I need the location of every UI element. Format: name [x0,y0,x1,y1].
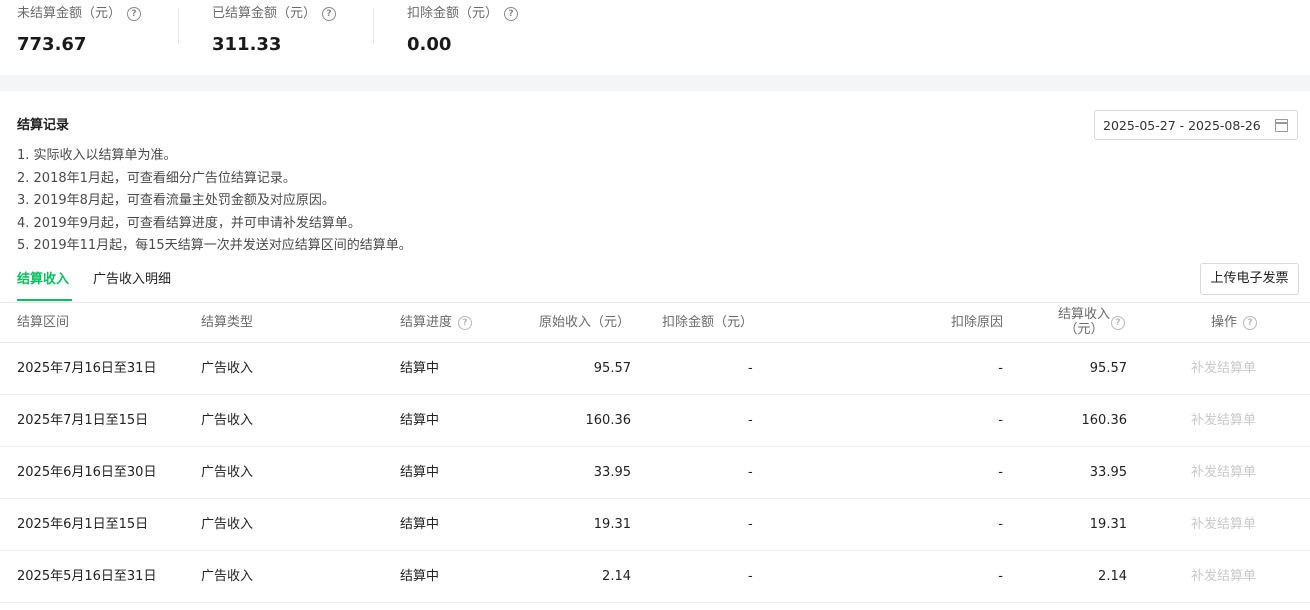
header-deduct-amount: 扣除金额（元） [662,315,754,330]
cell-settle-income: 33.95 [1089,465,1127,480]
cell-original-income: 19.31 [593,517,631,532]
settled-value: 311.33 [212,34,282,55]
table-header: 结算区间 结算类型 结算进度? 原始收入（元） 扣除金额（元） 扣除原因 结算收… [0,302,1310,343]
note-item: 1. 实际收入以结算单为准。 [17,148,177,163]
settled-label: 已结算金额（元） [212,6,317,21]
summary-bar: 未结算金额（元）? 773.67 已结算金额（元）? 311.33 扣除金额（元… [0,0,1310,75]
help-icon[interactable]: ? [1243,316,1258,330]
reissue-statement-button[interactable]: 补发结算单 [1191,551,1256,602]
cell-deduct-amount: - [748,413,753,428]
cell-period: 2025年5月16日至31日 [17,569,157,584]
cell-deduct-reason: - [998,517,1003,532]
cell-progress: 结算中 [400,413,440,428]
unsettled-stat: 未结算金额（元）? 773.67 [17,6,142,55]
header-deduct-reason: 扣除原因 [950,315,1003,330]
notes-list: 1. 实际收入以结算单为准。 2. 2018年1月起，可查看细分广告位结算记录。… [17,145,412,258]
cell-original-income: 2.14 [602,569,631,584]
cell-period: 2025年7月16日至31日 [17,361,157,376]
cell-progress: 结算中 [400,361,440,376]
cell-deduct-reason: - [998,465,1003,480]
reissue-statement-button[interactable]: 补发结算单 [1191,499,1256,550]
cell-settle-income: 2.14 [1098,569,1127,584]
cell-deduct-amount: - [748,465,753,480]
upload-invoice-button[interactable]: 上传电子发票 [1200,263,1299,295]
cell-progress: 结算中 [400,569,440,584]
tab-settlement-income[interactable]: 结算收入 [17,268,69,287]
header-original-income: 原始收入（元） [539,315,631,330]
header-action: 操作 [1211,315,1238,330]
header-type: 结算类型 [201,315,254,330]
cell-period: 2025年6月1日至15日 [17,517,149,532]
cell-type: 广告收入 [201,413,254,428]
deducted-value: 0.00 [407,34,452,55]
header-period: 结算区间 [17,315,70,330]
cell-deduct-reason: - [998,569,1003,584]
table-row: 2025年7月16日至31日 广告收入 结算中 95.57 - - 95.57 … [0,343,1310,395]
table-row: 2025年6月16日至30日 广告收入 结算中 33.95 - - 33.95 … [0,447,1310,499]
table-row: 2025年7月1日至15日 广告收入 结算中 160.36 - - 160.36… [0,395,1310,447]
cell-progress: 结算中 [400,517,440,532]
cell-deduct-reason: - [998,413,1003,428]
settlement-records-panel: 结算记录 2025-05-27 - 2025-08-26 1. 实际收入以结算单… [0,91,1310,610]
section-title: 结算记录 [17,118,70,133]
cell-deduct-amount: - [748,361,753,376]
cell-original-income: 95.57 [593,361,631,376]
help-icon[interactable]: ? [1111,316,1125,330]
reissue-statement-button[interactable]: 补发结算单 [1191,395,1256,446]
table-row: 2025年5月16日至31日 广告收入 结算中 2.14 - - 2.14 补发… [0,551,1310,603]
cell-type: 广告收入 [201,517,254,532]
cell-settle-income: 95.57 [1089,361,1127,376]
note-item: 3. 2019年8月起，可查看流量主处罚金额及对应原因。 [17,193,335,208]
header-progress: 结算进度 [400,315,453,330]
cell-original-income: 160.36 [585,413,632,428]
date-range-picker[interactable]: 2025-05-27 - 2025-08-26 [1094,110,1298,140]
cell-type: 广告收入 [201,465,254,480]
reissue-statement-button[interactable]: 补发结算单 [1191,343,1256,394]
tab-ad-income-detail[interactable]: 广告收入明细 [93,268,171,287]
deducted-label: 扣除金额（元） [407,6,499,21]
help-icon[interactable]: ? [458,316,473,330]
cell-period: 2025年6月16日至30日 [17,465,157,480]
help-icon[interactable]: ? [504,7,519,21]
note-item: 4. 2019年9月起，可查看结算进度，并可申请补发结算单。 [17,215,361,231]
note-item: 5. 2019年11月起，每15天结算一次并发送对应结算区间的结算单。 [17,238,412,253]
cell-deduct-amount: - [748,569,753,584]
divider [373,8,374,44]
cell-settle-income: 19.31 [1089,517,1127,532]
help-icon[interactable]: ? [322,7,337,21]
reissue-statement-button[interactable]: 补发结算单 [1191,447,1256,498]
divider [178,8,179,44]
help-icon[interactable]: ? [127,7,142,21]
cell-progress: 结算中 [400,465,440,480]
cell-deduct-amount: - [748,517,753,532]
active-tab-indicator [17,299,72,301]
cell-deduct-reason: - [998,361,1003,376]
unsettled-value: 773.67 [17,34,87,55]
note-item: 2. 2018年1月起，可查看细分广告位结算记录。 [17,170,296,186]
deducted-stat: 扣除金额（元）? 0.00 [407,6,519,55]
table-row: 2025年6月1日至15日 广告收入 结算中 19.31 - - 19.31 补… [0,499,1310,551]
unsettled-label: 未结算金额（元） [17,6,122,21]
settled-stat: 已结算金额（元）? 311.33 [212,6,337,55]
date-range-value: 2025-05-27 - 2025-08-26 [1103,118,1261,133]
calendar-icon [1275,119,1288,132]
cell-type: 广告收入 [201,569,254,584]
cell-period: 2025年7月1日至15日 [17,413,149,428]
cell-settle-income: 160.36 [1081,413,1128,428]
cell-type: 广告收入 [201,361,254,376]
cell-original-income: 33.95 [593,465,631,480]
